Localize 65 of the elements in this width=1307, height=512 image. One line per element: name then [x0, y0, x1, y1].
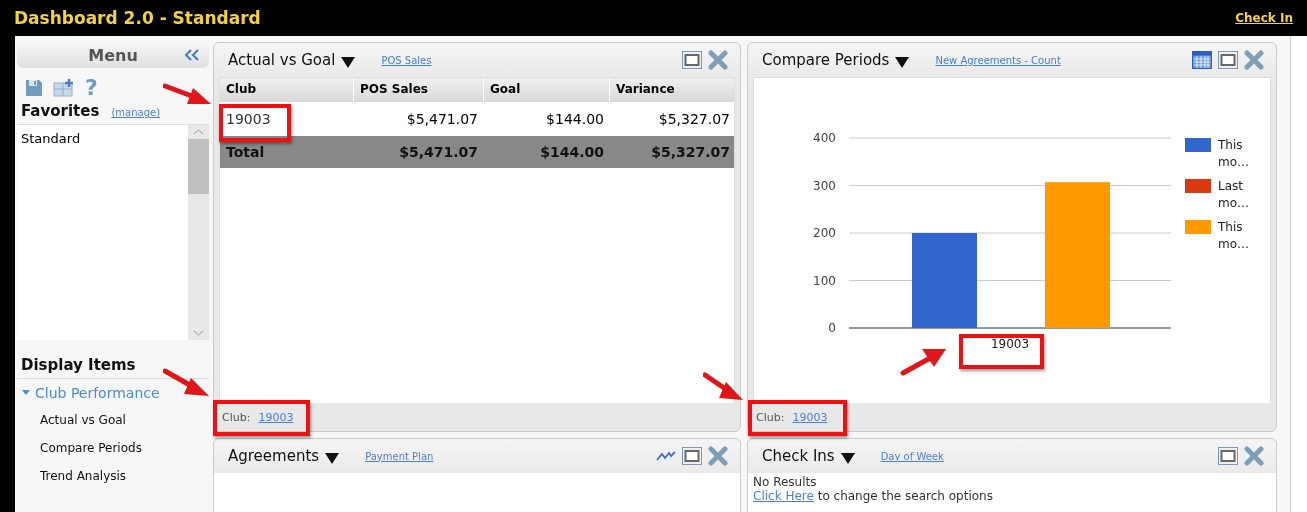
- maximize-icon[interactable]: [682, 447, 702, 465]
- table-cell: $5,327.07: [658, 111, 730, 127]
- manage-link[interactable]: (manage): [111, 107, 161, 118]
- club-label: Club:: [222, 410, 251, 424]
- add-grid-icon[interactable]: [53, 79, 75, 97]
- panel-title[interactable]: Check Ins: [762, 447, 835, 465]
- display-items-heading: Display Items: [17, 340, 209, 379]
- close-icon[interactable]: [1244, 50, 1264, 70]
- panel-title[interactable]: Agreements: [228, 447, 320, 465]
- report-link[interactable]: New Agreements - Count: [935, 54, 1061, 66]
- arrow-annotation: [703, 372, 745, 402]
- report-link[interactable]: Payment Plan: [365, 450, 434, 462]
- table-cell: 19003: [226, 111, 271, 127]
- close-icon[interactable]: [1244, 446, 1264, 466]
- axis-label: 200: [813, 226, 836, 240]
- table-cell: $5,327.07: [651, 144, 730, 160]
- window-title: Dashboard 2.0 - Standard: [14, 8, 261, 28]
- table-cell: $144.00: [546, 111, 604, 127]
- column-header[interactable]: Club: [220, 78, 354, 102]
- close-icon[interactable]: [708, 50, 728, 70]
- report-link[interactable]: POS Sales: [381, 54, 432, 66]
- save-icon[interactable]: [25, 79, 43, 97]
- favorites-heading: Favorites: [21, 102, 100, 120]
- maximize-icon[interactable]: [1218, 447, 1238, 465]
- table-cell: Total: [226, 144, 265, 160]
- panel-title[interactable]: Compare Periods: [762, 51, 890, 69]
- favorite-item[interactable]: Standard: [21, 131, 184, 146]
- maximize-icon[interactable]: [1218, 51, 1238, 69]
- caret-icon[interactable]: [341, 55, 356, 68]
- caret-icon[interactable]: [895, 55, 910, 68]
- column-header[interactable]: Variance: [610, 78, 734, 102]
- column-header[interactable]: POS Sales: [354, 78, 484, 102]
- hint-text: to change the search options: [817, 489, 993, 503]
- tree-child-item[interactable]: Trend Analysis: [17, 463, 209, 491]
- close-icon[interactable]: [708, 446, 728, 466]
- tree-child-item[interactable]: Actual vs Goal: [17, 407, 209, 435]
- check-in-link[interactable]: Check In: [1235, 11, 1293, 25]
- no-results-text: No Results: [753, 475, 818, 489]
- panel-title[interactable]: Actual vs Goal: [228, 51, 336, 69]
- caret-icon[interactable]: [840, 451, 855, 464]
- column-header[interactable]: Goal: [484, 78, 610, 102]
- axis-label: 300: [813, 178, 836, 193]
- highlight-box: [219, 104, 291, 142]
- maximize-icon[interactable]: [682, 51, 702, 69]
- arrow-annotation: [163, 368, 211, 398]
- collapse-icon[interactable]: [185, 49, 199, 61]
- table-cell: $5,471.07: [406, 111, 478, 127]
- expand-triangle-icon[interactable]: [21, 389, 31, 397]
- axis-label: 0: [828, 321, 836, 335]
- club-label: Club:: [756, 410, 785, 424]
- axis-label: 400: [813, 131, 836, 145]
- tree-child-item[interactable]: Compare Periods: [17, 435, 209, 463]
- legend-label: Last mo…: [1218, 179, 1250, 210]
- axis-label: 100: [813, 273, 836, 288]
- table-cell: $5,471.07: [399, 144, 478, 160]
- report-link[interactable]: Day of Week: [880, 450, 944, 462]
- category-label: 19003: [990, 337, 1030, 351]
- legend-label: This mo…: [1218, 220, 1250, 251]
- table-cell: $144.00: [540, 144, 604, 160]
- menu-title: Menu: [88, 45, 138, 65]
- caret-icon[interactable]: [325, 451, 340, 464]
- line-chart-icon[interactable]: [656, 450, 676, 462]
- click-here-link[interactable]: Click Here: [753, 489, 814, 503]
- legend-label: This mo…: [1218, 138, 1250, 169]
- grid-icon[interactable]: [1192, 51, 1212, 69]
